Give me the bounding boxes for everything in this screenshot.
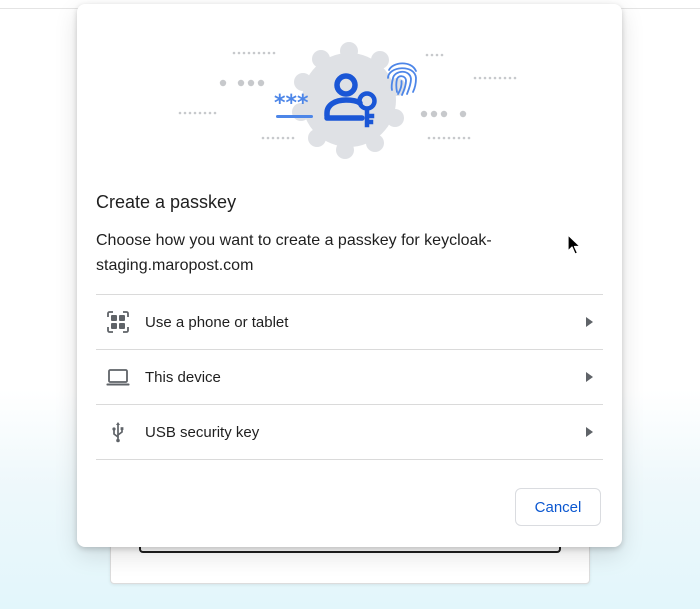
passkey-options-list: Use a phone or tablet This device USB se… [96, 294, 603, 460]
dialog-subtitle: Choose how you want to create a passkey … [96, 232, 492, 274]
dialog-title: Create a passkey [96, 192, 237, 212]
chevron-right-icon [586, 372, 593, 382]
option-this-device[interactable]: This device [96, 350, 603, 405]
password-mask-text: *** [274, 91, 309, 116]
chevron-right-icon [586, 427, 593, 437]
password-underline [276, 115, 313, 118]
passkey-illustration: *** [178, 42, 517, 159]
qr-code-icon [107, 311, 129, 333]
laptop-icon [106, 369, 130, 386]
mouse-pointer-icon [567, 234, 581, 255]
passkey-dialog: *** Create a passkey Choose how you want… [77, 4, 622, 547]
option-label: USB security key [145, 423, 260, 441]
fingerprint-icon [387, 62, 417, 96]
option-usb-security-key[interactable]: USB security key [96, 405, 603, 460]
option-label: Use a phone or tablet [145, 313, 289, 331]
usb-icon [112, 422, 124, 443]
option-label: This device [145, 368, 221, 386]
chevron-right-icon [586, 317, 593, 327]
option-phone-or-tablet[interactable]: Use a phone or tablet [96, 295, 603, 350]
cancel-button[interactable]: Cancel [515, 488, 601, 526]
